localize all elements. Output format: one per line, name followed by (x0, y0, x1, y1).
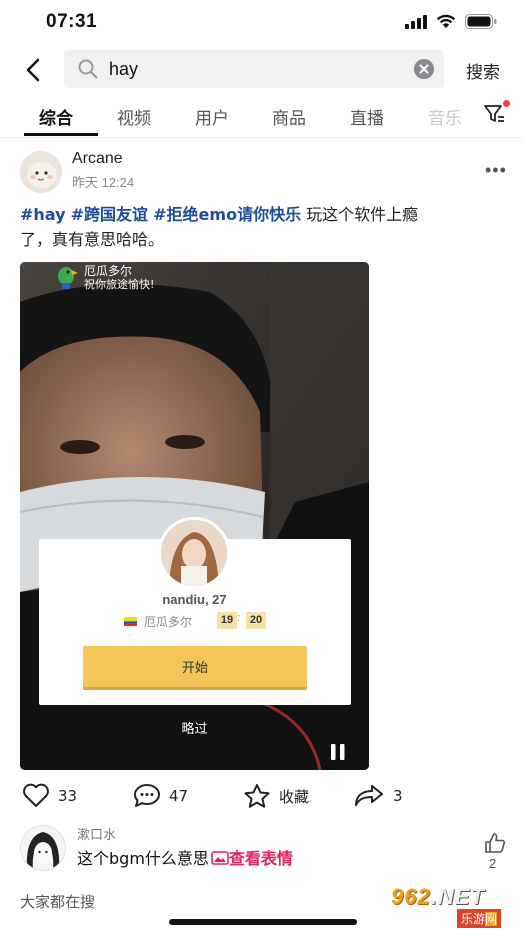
battery-icon (465, 14, 497, 29)
match-name: nandiu, 27 (162, 592, 227, 607)
more-icon[interactable]: ••• (485, 160, 507, 181)
share-action[interactable]: 33 (22, 783, 77, 808)
search-button[interactable]: 搜索 (466, 58, 500, 83)
post-text: #hay #跨国友谊 #拒绝emo请你快乐 玩这个软件上瘾 了，真有意思哈哈。 (20, 202, 510, 252)
author-name[interactable]: Arcane (72, 150, 123, 168)
tab-users[interactable]: 用户 (195, 104, 229, 129)
timer-minutes: 19 (217, 612, 237, 629)
search-icon (78, 59, 98, 79)
pause-icon[interactable] (329, 743, 347, 761)
post-header: Arcane 昨天 12:24 ••• (0, 146, 525, 194)
top-comment: 漱口水 这个bgm什么意思 查看表情 2 (0, 820, 525, 880)
site-watermark-logo: 962.NET 乐游网 (387, 884, 520, 929)
comment-action[interactable]: 47 (133, 783, 188, 808)
tab-active-indicator (24, 133, 98, 136)
video-player[interactable]: 厄瓜多尔 祝你旅途愉快! nandiu, 27 厄瓜多尔 19 : 20 开始 … (20, 262, 369, 770)
ecuador-flag-icon (124, 617, 137, 626)
comment-icon (134, 784, 160, 807)
match-avatar (158, 517, 230, 589)
hashtag-link[interactable]: #hay (20, 205, 66, 224)
tab-bar: 综合 视频 用户 商品 直播 音乐 (0, 96, 525, 138)
commenter-name[interactable]: 漱口水 (77, 824, 116, 843)
post-text-line2: 了，真有意思哈哈。 (20, 230, 165, 249)
signal-icon (405, 14, 427, 29)
status-icons (405, 14, 497, 29)
hashtag-link[interactable]: #拒绝emo请你快乐 (153, 205, 301, 224)
tab-music[interactable]: 音乐 (428, 104, 462, 129)
search-input[interactable] (109, 50, 409, 88)
skip-button[interactable]: 略过 (20, 718, 369, 737)
author-avatar[interactable] (20, 151, 62, 193)
forward-icon (355, 785, 383, 806)
watermark-net: .NET (430, 884, 485, 909)
filter-badge (503, 100, 510, 107)
save-action[interactable]: 收藏 (243, 783, 309, 809)
comment-body: 这个bgm什么意思 (77, 849, 209, 868)
trending-heading: 大家都在搜 (20, 893, 96, 911)
comment-text: 这个bgm什么意思 查看表情 (77, 845, 293, 869)
tab-live[interactable]: 直播 (350, 104, 384, 129)
comment-count: 47 (169, 786, 189, 805)
post-actions: 33 47 收藏 3 (0, 780, 525, 812)
watermark-number: 962 (391, 884, 431, 909)
hashtag-link[interactable]: #跨国友谊 (71, 205, 148, 224)
status-time: 07:31 (46, 11, 98, 32)
thumbs-up-icon[interactable] (484, 832, 506, 854)
parrot-icon (58, 267, 78, 289)
view-sticker-link[interactable]: 查看表情 (229, 849, 293, 868)
forward-count: 3 (393, 786, 403, 805)
like-count: 33 (58, 786, 78, 805)
post-text-line1: 玩这个软件上瘾 (306, 205, 419, 224)
timer-colon: : (237, 612, 241, 624)
forward-action[interactable]: 3 (353, 783, 403, 808)
status-bar: 07:31 (0, 0, 525, 44)
search-box[interactable] (64, 50, 444, 88)
tab-products[interactable]: 商品 (272, 104, 306, 129)
post-time: 昨天 12:24 (72, 175, 135, 190)
heart-icon (23, 783, 49, 807)
comment-like-count: 2 (489, 856, 497, 871)
timer-seconds: 20 (246, 612, 266, 629)
commenter-avatar[interactable] (20, 825, 66, 871)
tab-videos[interactable]: 视频 (117, 104, 151, 129)
home-indicator[interactable] (169, 919, 357, 925)
tab-all[interactable]: 综合 (39, 104, 73, 129)
watermark-site-a: 乐游 (461, 912, 486, 926)
back-icon[interactable] (20, 56, 48, 84)
save-label: 收藏 (279, 787, 310, 806)
wifi-icon (436, 14, 456, 28)
star-icon (244, 784, 270, 808)
watermark-site-b: 网 (485, 912, 498, 926)
clear-icon[interactable] (414, 59, 434, 79)
search-row: 搜索 (0, 50, 525, 90)
start-button[interactable]: 开始 (83, 646, 307, 687)
filter-icon[interactable] (484, 104, 506, 124)
image-icon (211, 851, 229, 865)
match-country-label: 厄瓜多尔 (144, 615, 193, 629)
overlay-subtitle: 祝你旅途愉快! (84, 278, 155, 291)
